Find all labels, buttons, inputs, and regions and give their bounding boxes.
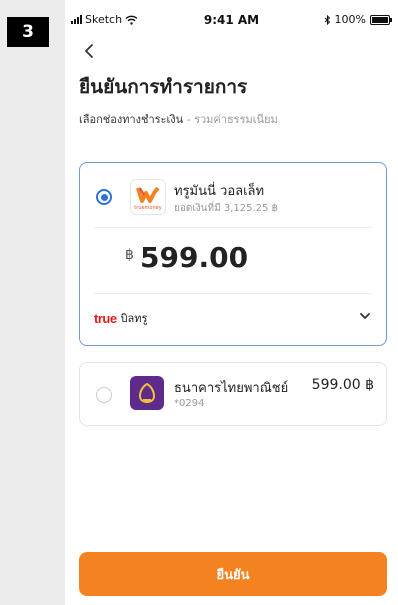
truemoney-logo-icon: truemoney — [130, 179, 166, 215]
payment-option-scb[interactable]: ธนาคารไทยพาณิชย์ *0294 599.00 ฿ — [79, 362, 387, 426]
step-badge: 3 — [7, 17, 49, 47]
battery-label: 100% — [334, 13, 366, 26]
bank-account: *0294 — [174, 398, 205, 409]
bill-selector[interactable]: true บิลทรู — [94, 309, 147, 327]
wallet-name: ทรูมันนี่ วอลเล็ท — [174, 184, 265, 199]
chevron-left-icon[interactable] — [79, 40, 101, 62]
bank-amount: 599.00 ฿ — [311, 377, 374, 393]
amount-currency: ฿ — [125, 247, 134, 263]
subtitle-main: เลือกช่องทางชำระเงิน — [79, 113, 184, 126]
chevron-down-icon[interactable] — [358, 311, 372, 321]
radio-truemoney[interactable] — [96, 189, 112, 205]
scb-logo-icon — [130, 376, 164, 410]
amount-value: 599.00 — [140, 241, 249, 274]
subtitle-hint: - รวมค่าธรรมเนียม — [183, 113, 278, 126]
phone-screen: Sketch 9:41 AM 100% ยืนยันการทำรายการ เล… — [65, 0, 398, 605]
confirm-button[interactable]: ยืนยัน — [79, 552, 387, 596]
status-bar: Sketch 9:41 AM 100% — [65, 11, 398, 31]
bluetooth-icon — [324, 14, 330, 25]
payment-option-truemoney[interactable]: truemoney ทรูมันนี่ วอลเล็ท ยอดเงินที่มี… — [79, 162, 387, 346]
battery-icon — [370, 14, 392, 25]
bank-name: ธนาคารไทยพาณิชย์ — [174, 381, 289, 396]
page-title: ยืนยันการทำรายการ — [79, 76, 248, 98]
bill-label: บิลทรู — [120, 312, 148, 325]
wallet-logo-caption: truemoney — [134, 205, 162, 211]
wallet-balance: ยอดเงินที่มี 3,125.25 ฿ — [174, 203, 278, 214]
scb-emblem-icon — [138, 382, 156, 404]
status-right: 100% — [324, 13, 392, 26]
subtitle: เลือกช่องทางชำระเงิน - รวมค่าธรรมเนียม — [79, 110, 278, 128]
divider — [94, 293, 372, 294]
divider — [94, 227, 372, 228]
radio-scb[interactable] — [96, 387, 112, 403]
true-logo: true — [94, 310, 117, 326]
